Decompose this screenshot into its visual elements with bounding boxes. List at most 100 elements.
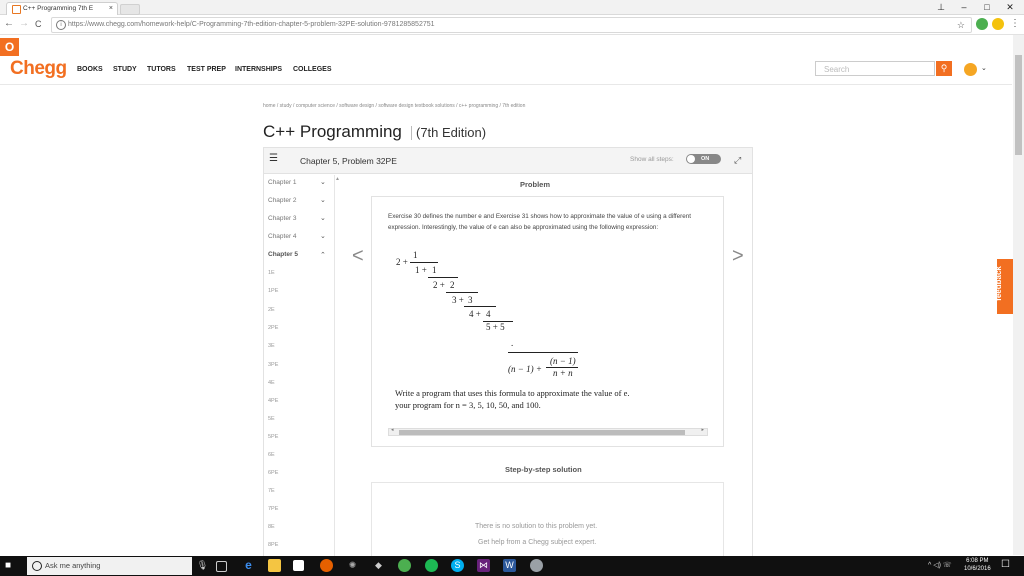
formula-term: 5 + 5: [486, 322, 505, 332]
address-bar[interactable]: i https://www.chegg.com/homework-help/C-…: [51, 17, 972, 33]
problem-item[interactable]: 5E: [268, 416, 275, 422]
horizontal-scrollbar[interactable]: ◂ ▸: [388, 427, 708, 436]
nav-colleges[interactable]: COLLEGES: [293, 66, 332, 73]
scroll-left-icon[interactable]: ◂: [391, 427, 394, 433]
microphone-icon[interactable]: 🎙: [196, 559, 209, 572]
cortana-icon: [32, 561, 42, 571]
back-button[interactable]: ←: [4, 17, 14, 31]
chevron-down-icon[interactable]: ⌄: [320, 232, 326, 240]
cortana-search-box[interactable]: Ask me anything: [27, 557, 192, 575]
chapter-item-5[interactable]: Chapter 5: [268, 251, 298, 258]
site-info-icon[interactable]: i: [56, 20, 66, 30]
problem-item[interactable]: 2PE: [268, 325, 278, 331]
skype-icon[interactable]: S: [451, 559, 464, 572]
chevron-down-icon[interactable]: ⌄: [320, 196, 326, 204]
get-help-link[interactable]: Get help from a Chegg subject expert.: [478, 539, 596, 546]
nav-tutors[interactable]: TUTORS: [147, 66, 176, 73]
chevron-up-icon[interactable]: ⌃: [320, 251, 326, 259]
file-explorer-icon[interactable]: [268, 559, 281, 572]
formula-numerator: 4: [486, 309, 491, 319]
taskbar-clock[interactable]: 6:08 PM 10/6/2016: [964, 557, 991, 573]
list-menu-icon[interactable]: ☰: [269, 154, 280, 164]
visual-studio-icon[interactable]: ⋈: [477, 559, 490, 572]
forward-button[interactable]: →: [19, 17, 29, 31]
step-by-step-heading: Step-by-step solution: [505, 465, 582, 474]
app-icon[interactable]: ✺: [346, 559, 359, 572]
scroll-right-icon[interactable]: ▸: [701, 427, 704, 433]
word-icon[interactable]: W: [503, 559, 516, 572]
problem-item[interactable]: 7PE: [268, 506, 278, 512]
chevron-down-icon[interactable]: ⌄: [320, 178, 326, 186]
expand-icon[interactable]: ⤢: [734, 155, 741, 166]
problem-item[interactable]: 2E: [268, 307, 275, 313]
problem-item[interactable]: 8E: [268, 524, 275, 530]
close-window-button[interactable]: ✕: [1000, 0, 1020, 14]
chapter-item-4[interactable]: Chapter 4: [268, 233, 297, 240]
steam-icon[interactable]: ◆: [372, 559, 385, 572]
extension-icon[interactable]: [976, 18, 988, 30]
edge-browser-icon[interactable]: e: [242, 559, 255, 572]
chegg-brand-logo[interactable]: Chegg: [10, 58, 67, 80]
page-scrollbar[interactable]: [1013, 35, 1024, 555]
scrollbar-thumb[interactable]: [1015, 55, 1022, 155]
nav-test-prep[interactable]: TEST PREP: [187, 66, 226, 73]
chevron-down-icon[interactable]: ⌄: [981, 64, 987, 72]
problem-item[interactable]: 1PE: [268, 288, 278, 294]
problem-item[interactable]: 3E: [268, 343, 275, 349]
user-profile-icon[interactable]: ⊥: [931, 0, 951, 14]
problem-instruction: Write a program that uses this formula t…: [395, 387, 715, 411]
chapter-item-1[interactable]: Chapter 1: [268, 179, 297, 186]
browser-tab[interactable]: C++ Programming 7th E ×: [6, 2, 118, 15]
task-view-icon[interactable]: [216, 561, 227, 572]
url-text[interactable]: https://www.chegg.com/homework-help/C-Pr…: [68, 18, 435, 32]
scrollbar-thumb[interactable]: [399, 430, 685, 435]
reload-button[interactable]: C: [35, 17, 42, 31]
problem-item[interactable]: 7E: [268, 488, 275, 494]
search-input[interactable]: Search: [815, 61, 935, 76]
breadcrumb[interactable]: home / study / computer science / softwa…: [263, 103, 525, 109]
nav-internships[interactable]: INTERNSHIPS: [235, 66, 282, 73]
formula-numerator: (n − 1): [550, 356, 576, 366]
nav-books[interactable]: BOOKS: [77, 66, 103, 73]
show-steps-toggle[interactable]: ON: [686, 154, 721, 164]
clock-date: 10/6/2016: [964, 566, 991, 572]
avatar[interactable]: [964, 63, 977, 76]
problem-statement: Exercise 30 defines the number e and Exe…: [388, 213, 692, 231]
problem-item[interactable]: 5PE: [268, 434, 278, 440]
browser-menu-icon[interactable]: ⋮: [1010, 17, 1020, 31]
nav-study[interactable]: STUDY: [113, 66, 137, 73]
tab-close-icon[interactable]: ×: [109, 3, 113, 15]
problem-item[interactable]: 8PE: [268, 542, 278, 548]
scroll-up-icon[interactable]: ▲: [335, 176, 340, 182]
chegg-logo-icon[interactable]: O: [0, 38, 19, 56]
show-all-steps-label: Show all steps:: [630, 156, 674, 163]
new-tab-button[interactable]: [120, 4, 140, 15]
problem-item[interactable]: 6E: [268, 452, 275, 458]
minimize-button[interactable]: –: [954, 0, 974, 14]
app-icon[interactable]: [530, 559, 543, 572]
formula-term: 3 +: [452, 295, 464, 305]
search-icon[interactable]: ⚲: [936, 61, 952, 76]
chapter-item-3[interactable]: Chapter 3: [268, 215, 297, 222]
formula-numerator: 2: [450, 280, 455, 290]
extension-icon[interactable]: [992, 18, 1004, 30]
notifications-icon[interactable]: ☐: [1001, 559, 1010, 570]
problem-item[interactable]: 4PE: [268, 398, 278, 404]
system-tray[interactable]: ^ ◁) ☏: [928, 557, 952, 575]
store-icon[interactable]: [293, 560, 304, 571]
chapter-item-2[interactable]: Chapter 2: [268, 197, 297, 204]
page-title: C++ Programming: [263, 122, 402, 141]
problem-item[interactable]: 4E: [268, 380, 275, 386]
problem-item[interactable]: 3PE: [268, 362, 278, 368]
windows-start-icon[interactable]: ■: [5, 560, 16, 571]
chrome-icon[interactable]: [398, 559, 411, 572]
previous-arrow-icon[interactable]: <: [352, 245, 364, 268]
bookmark-star-icon[interactable]: ☆: [957, 18, 965, 32]
problem-item[interactable]: 1E: [268, 270, 275, 276]
problem-item[interactable]: 6PE: [268, 470, 278, 476]
chevron-down-icon[interactable]: ⌄: [320, 214, 326, 222]
maximize-button[interactable]: □: [977, 0, 997, 14]
next-arrow-icon[interactable]: >: [732, 245, 744, 268]
firefox-icon[interactable]: [320, 559, 333, 572]
spotify-icon[interactable]: [425, 559, 438, 572]
